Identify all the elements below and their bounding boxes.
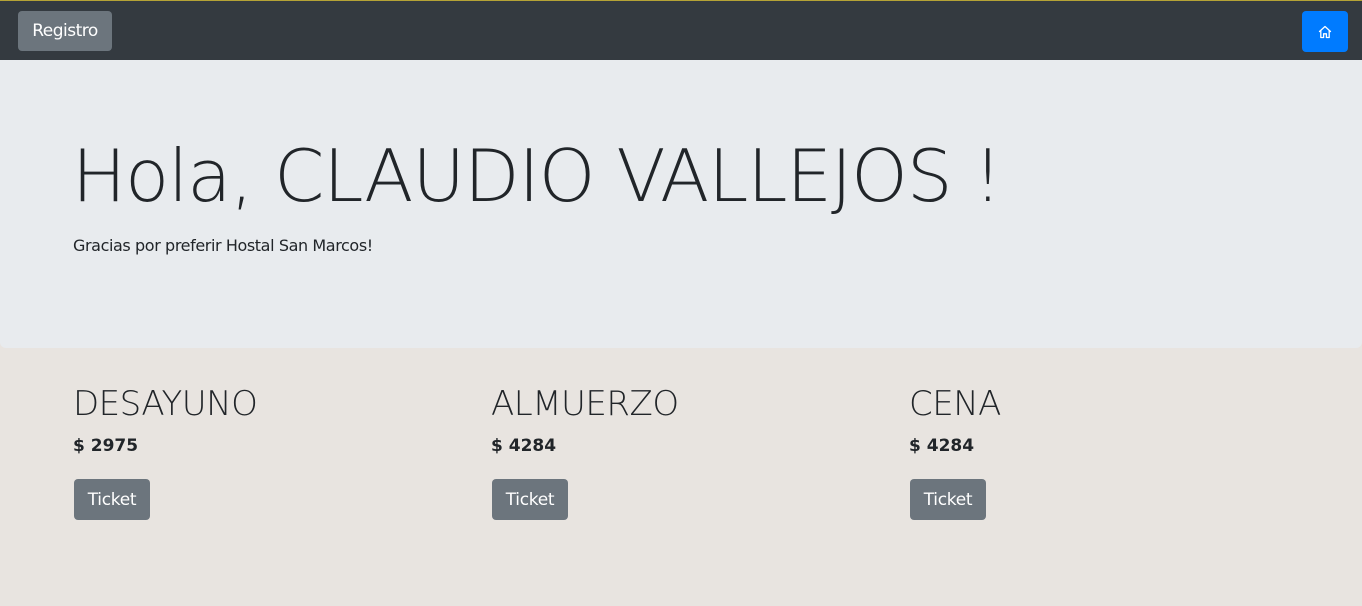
welcome-jumbotron: Hola, CLAUDIO VALLEJOS ! Gracias por pre… <box>0 60 1362 348</box>
meal-price: $ 4284 <box>909 436 975 456</box>
meal-name: DESAYUNO <box>73 384 258 424</box>
meal-card-almuerzo: ALMUERZO $ 4284 Ticket <box>491 382 871 520</box>
meal-card-cena: CENA $ 4284 Ticket <box>909 382 1289 520</box>
registro-button[interactable]: Registro <box>18 11 112 51</box>
ticket-button-cena[interactable]: Ticket <box>910 479 986 520</box>
meal-price: $ 4284 <box>491 436 557 456</box>
page-title: Hola, CLAUDIO VALLEJOS ! <box>72 134 1002 218</box>
meal-card-desayuno: DESAYUNO $ 2975 Ticket <box>73 382 453 520</box>
ticket-button-almuerzo[interactable]: Ticket <box>492 479 568 520</box>
ticket-button-desayuno[interactable]: Ticket <box>74 479 150 520</box>
home-icon <box>1318 25 1332 38</box>
welcome-subtitle: Gracias por preferir Hostal San Marcos! <box>73 236 373 255</box>
meal-name: ALMUERZO <box>491 384 679 424</box>
top-navbar: Registro <box>0 0 1362 60</box>
meal-name: CENA <box>909 384 1001 424</box>
meal-price: $ 2975 <box>73 436 139 456</box>
home-button[interactable] <box>1302 11 1348 52</box>
